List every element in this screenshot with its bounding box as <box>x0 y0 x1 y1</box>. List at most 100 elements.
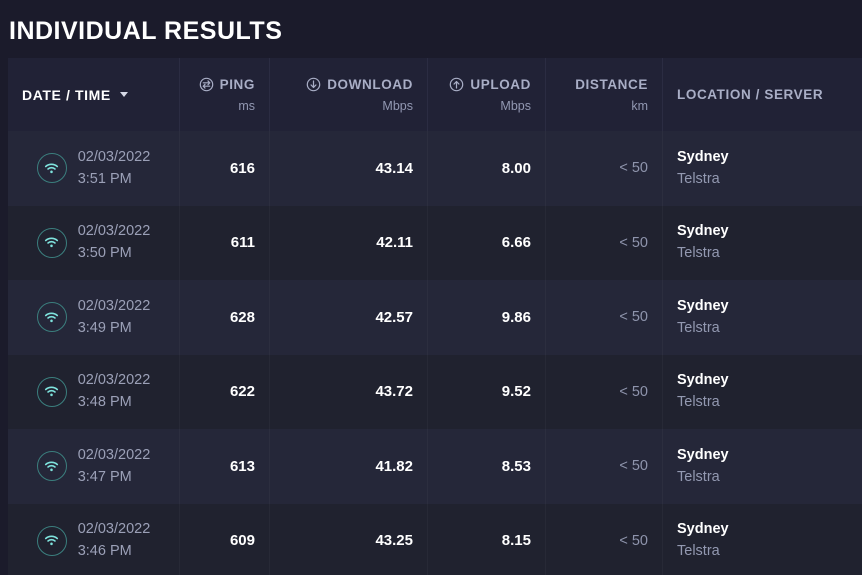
cell-location-value: Sydney <box>677 223 729 240</box>
column-header-download-label: DOWNLOAD <box>327 76 413 92</box>
column-header-location-server-label: LOCATION / SERVER <box>677 87 824 102</box>
upload-arrow-icon <box>449 77 464 92</box>
cell-date: 02/03/2022 <box>77 223 151 240</box>
cell-time: 3:51 PM <box>77 170 132 187</box>
cell-date: 02/03/2022 <box>77 297 151 314</box>
cell-upload: 8.15 <box>428 504 546 575</box>
cell-distance-value: < 50 <box>619 383 648 400</box>
date-time-stack: 02/03/2022 3:48 PM <box>78 372 151 411</box>
date-time-stack: 02/03/2022 3:50 PM <box>78 223 151 262</box>
cell-date: 02/03/2022 <box>77 446 151 463</box>
column-header-ping-label: PING <box>219 76 255 92</box>
wifi-icon <box>36 376 67 407</box>
cell-location-value: Sydney <box>677 148 729 165</box>
sort-caret-icon[interactable] <box>119 92 128 97</box>
cell-location-value: Sydney <box>677 446 729 463</box>
cell-download: 43.72 <box>270 355 428 430</box>
cell-location-server: Sydney Telstra <box>663 504 862 575</box>
cell-location-server: Sydney Telstra <box>663 355 862 430</box>
cell-distance-value: < 50 <box>619 532 648 549</box>
cell-time: 3:49 PM <box>77 319 132 336</box>
download-arrow-icon <box>306 77 321 92</box>
column-header-distance-unit: km <box>631 98 648 113</box>
column-header-distance[interactable]: DISTANCE km <box>546 58 663 131</box>
table-row[interactable]: 02/03/2022 3:46 PM 609 43.25 8.15 < 50 S… <box>8 503 862 575</box>
cell-location-server: Sydney Telstra <box>663 206 862 281</box>
cell-upload: 9.52 <box>428 355 546 430</box>
cell-distance: < 50 <box>546 206 663 281</box>
cell-download-value: 43.72 <box>375 383 413 401</box>
cell-time: 3:47 PM <box>77 468 132 485</box>
cell-location-value: Sydney <box>677 372 729 389</box>
cell-download: 42.57 <box>270 280 428 355</box>
ping-icon <box>199 77 214 92</box>
cell-ping: 613 <box>180 429 270 504</box>
cell-upload-value: 9.86 <box>501 308 531 326</box>
column-header-date-time[interactable]: DATE / TIME <box>8 58 180 131</box>
cell-download-value: 41.82 <box>375 457 413 475</box>
cell-distance-value: < 50 <box>619 309 648 326</box>
cell-time: 3:46 PM <box>77 543 132 560</box>
table-row[interactable]: 02/03/2022 3:50 PM 611 42.11 6.66 < 50 S… <box>8 205 862 281</box>
table-row[interactable]: 02/03/2022 3:51 PM 616 43.14 8.00 < 50 S… <box>8 131 862 206</box>
cell-ping: 622 <box>180 355 270 430</box>
cell-server-value: Telstra <box>677 468 720 485</box>
cell-upload-value: 8.53 <box>501 457 531 475</box>
cell-distance: < 50 <box>546 504 663 575</box>
cell-download-value: 43.25 <box>375 532 413 550</box>
cell-distance: < 50 <box>546 131 663 206</box>
wifi-icon <box>36 525 67 556</box>
column-header-download[interactable]: DOWNLOAD Mbps <box>270 58 428 131</box>
cell-server-value: Telstra <box>677 394 720 411</box>
cell-date: 02/03/2022 <box>77 521 151 538</box>
cell-upload-value: 6.66 <box>501 234 531 252</box>
cell-location-value: Sydney <box>677 521 729 538</box>
cell-upload-value: 8.00 <box>501 159 531 177</box>
cell-time: 3:48 PM <box>77 394 132 411</box>
column-header-upload-unit: Mbps <box>500 98 531 113</box>
table-row[interactable]: 02/03/2022 3:47 PM 613 41.82 8.53 < 50 S… <box>8 429 862 504</box>
cell-upload-value: 9.52 <box>501 383 531 401</box>
column-header-upload[interactable]: UPLOAD Mbps <box>428 58 546 131</box>
wifi-icon <box>36 153 67 184</box>
column-header-date-time-label: DATE / TIME <box>22 86 111 103</box>
cell-date-time: 02/03/2022 3:47 PM <box>8 429 180 504</box>
cell-ping: 609 <box>180 504 270 575</box>
results-table: DATE / TIME PING ms DOWNLOAD Mbps UPLOAD… <box>8 58 862 575</box>
cell-date-time: 02/03/2022 3:46 PM <box>8 504 180 575</box>
column-header-location-server[interactable]: LOCATION / SERVER <box>663 58 862 131</box>
cell-time: 3:50 PM <box>77 245 132 262</box>
cell-distance: < 50 <box>546 355 663 430</box>
column-header-distance-label: DISTANCE <box>575 76 648 92</box>
cell-location-server: Sydney Telstra <box>663 429 862 504</box>
cell-distance-value: < 50 <box>619 234 648 251</box>
cell-location-server: Sydney Telstra <box>663 131 862 206</box>
cell-download-value: 42.11 <box>376 234 413 252</box>
cell-upload: 8.53 <box>428 429 546 504</box>
column-header-ping[interactable]: PING ms <box>180 58 270 131</box>
cell-date-time: 02/03/2022 3:48 PM <box>8 355 180 430</box>
wifi-icon <box>36 451 67 482</box>
cell-ping-value: 613 <box>229 457 255 475</box>
cell-ping-value: 628 <box>229 308 255 326</box>
cell-ping: 616 <box>180 131 270 206</box>
cell-date-time: 02/03/2022 3:51 PM <box>8 131 180 206</box>
cell-location-server: Sydney Telstra <box>663 280 862 355</box>
cell-server-value: Telstra <box>677 245 720 262</box>
cell-download: 41.82 <box>270 429 428 504</box>
cell-upload: 6.66 <box>428 206 546 281</box>
table-body: 02/03/2022 3:51 PM 616 43.14 8.00 < 50 S… <box>8 131 862 575</box>
date-time-stack: 02/03/2022 3:51 PM <box>78 149 151 188</box>
cell-ping-value: 609 <box>229 532 255 550</box>
table-row[interactable]: 02/03/2022 3:49 PM 628 42.57 9.86 < 50 S… <box>8 280 862 355</box>
cell-ping-value: 616 <box>229 159 255 177</box>
cell-ping: 628 <box>180 280 270 355</box>
cell-download-value: 42.57 <box>375 308 413 326</box>
cell-server-value: Telstra <box>677 170 720 187</box>
individual-results-page: INDIVIDUAL RESULTS DATE / TIME PING ms D… <box>0 0 862 575</box>
column-header-download-unit: Mbps <box>382 98 413 113</box>
cell-date: 02/03/2022 <box>77 148 151 165</box>
table-row[interactable]: 02/03/2022 3:48 PM 622 43.72 9.52 < 50 S… <box>8 354 862 430</box>
cell-download-value: 43.14 <box>375 159 413 177</box>
wifi-icon <box>36 302 67 333</box>
